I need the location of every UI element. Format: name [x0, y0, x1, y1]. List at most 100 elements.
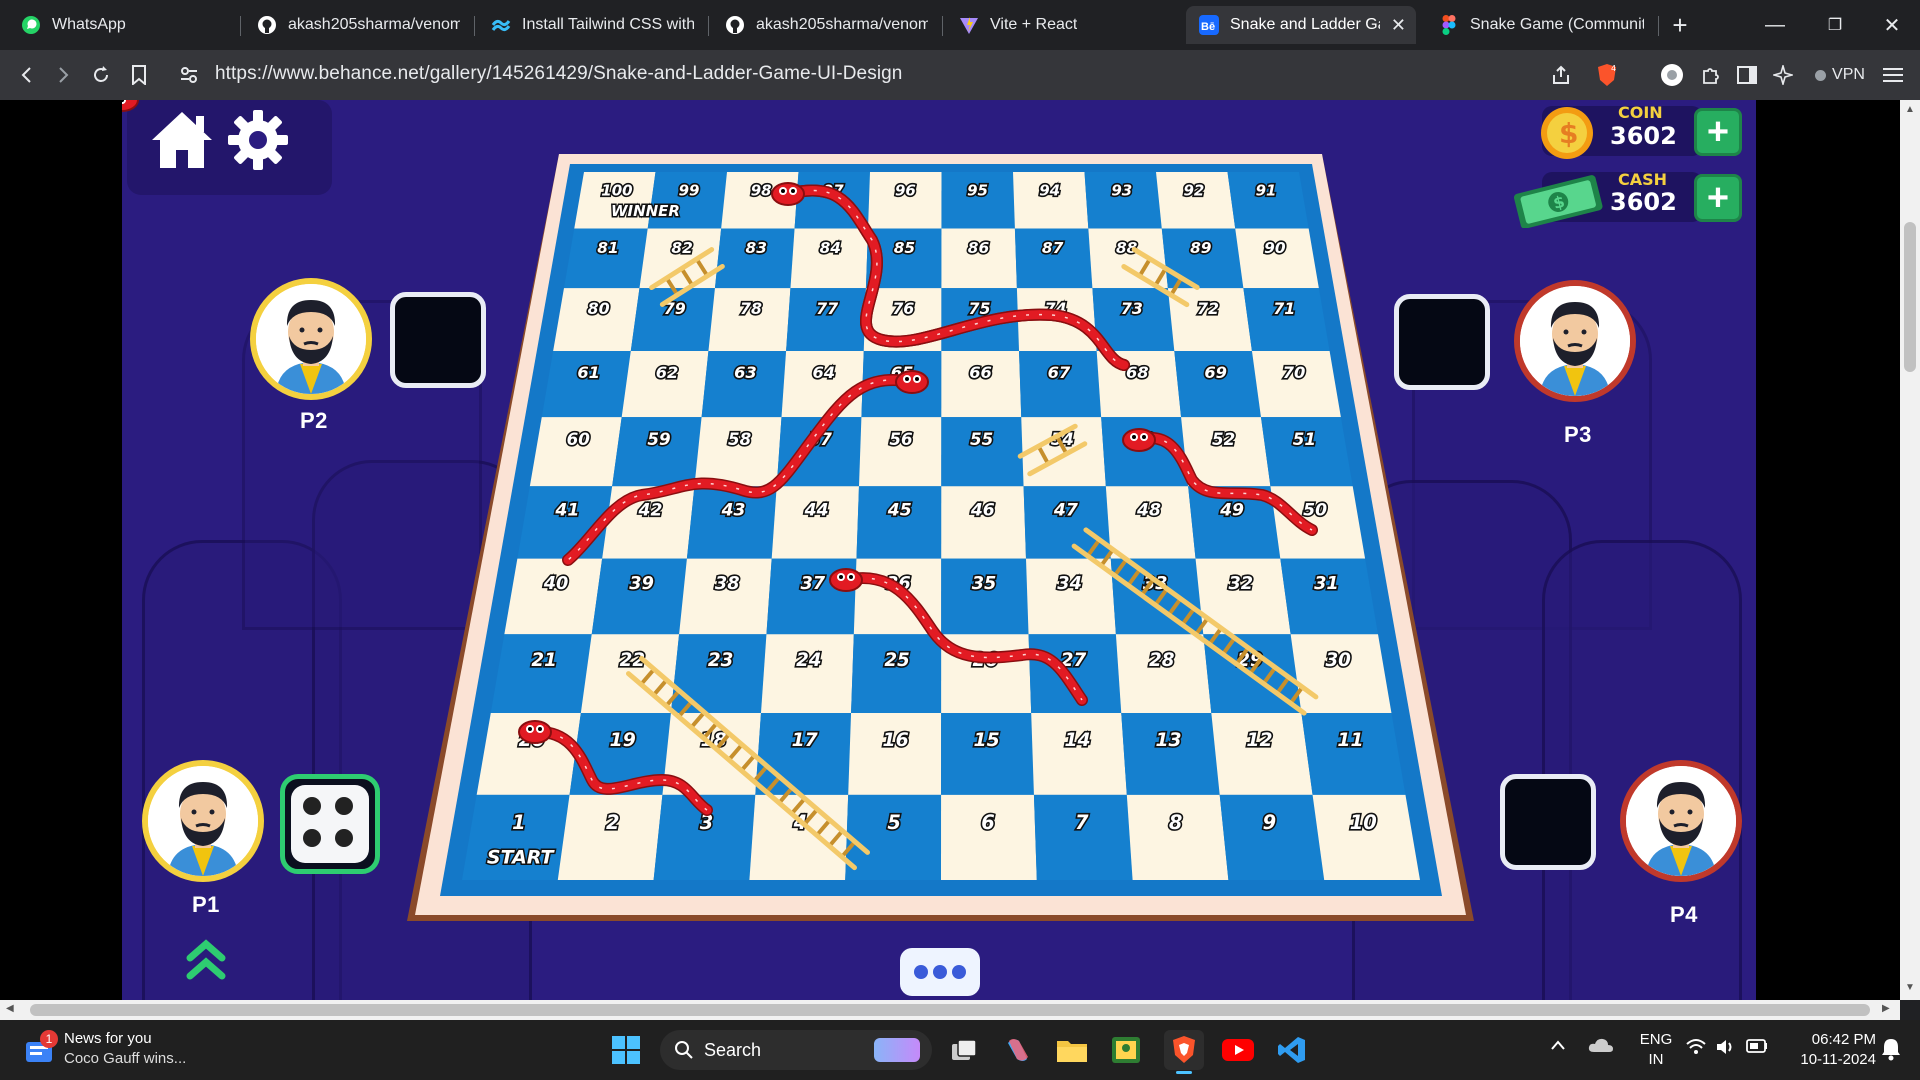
language-bottom[interactable]: IN [1638, 1051, 1674, 1068]
extension-icon[interactable] [1655, 58, 1689, 92]
tailwind-icon [490, 14, 512, 36]
restore-icon[interactable]: ❐ [1805, 0, 1865, 50]
tab-github-2[interactable]: akash205sharma/venomou [712, 6, 940, 44]
close-icon[interactable]: ✕ [1391, 15, 1406, 36]
volume-icon[interactable] [1716, 1038, 1736, 1061]
winner-label: WINNER [611, 202, 680, 220]
tab-whatsapp[interactable]: WhatsApp [8, 6, 238, 44]
board-cell-number: 17 [792, 730, 819, 751]
puzzle-icon[interactable] [1694, 58, 1728, 92]
chat-more-button[interactable] [900, 948, 980, 996]
menu-icon[interactable] [1876, 58, 1910, 92]
bookmark-icon[interactable] [122, 58, 156, 92]
clock-time[interactable]: 06:42 PM [1776, 1031, 1876, 1048]
news-subtitle[interactable]: Coco Gauff wins... [64, 1050, 186, 1067]
language-top[interactable]: ENG [1638, 1031, 1674, 1048]
add-cash-button[interactable]: + [1694, 174, 1742, 222]
horizontal-scrollbar[interactable]: ◀ ▶ [0, 1000, 1900, 1020]
dice-face[interactable] [291, 785, 369, 863]
board-cell [845, 794, 942, 880]
board-cell-number: 56 [889, 429, 913, 449]
copilot-icon[interactable] [998, 1030, 1038, 1070]
vpn-button[interactable]: VPN [1810, 58, 1870, 92]
sidebar-icon[interactable] [1730, 58, 1764, 92]
board-cell-number: 50 [1303, 500, 1327, 520]
board-cell [563, 228, 648, 289]
board-cell-number: 30 [1325, 650, 1351, 671]
home-icon[interactable] [150, 108, 214, 172]
file-explorer-icon[interactable] [1052, 1030, 1092, 1070]
tab-title: akash205sharma/venomou [288, 16, 460, 33]
board-cell [670, 634, 767, 713]
board-cell [1105, 486, 1196, 559]
new-tab-plus-icon[interactable]: + [1650, 0, 1710, 50]
clock-date[interactable]: 10-11-2024 [1776, 1051, 1876, 1068]
windows-start-icon[interactable] [606, 1030, 646, 1070]
reload-icon[interactable] [84, 58, 118, 92]
board-cell [1028, 634, 1122, 713]
board-cell-number: 46 [970, 500, 995, 520]
gallery-app-icon[interactable] [1106, 1030, 1146, 1070]
board-cell [1014, 228, 1093, 289]
horizontal-scroll-thumb[interactable] [30, 1004, 1870, 1016]
site-settings-icon[interactable] [172, 58, 206, 92]
wifi-icon[interactable] [1686, 1038, 1706, 1061]
scroll-left-icon[interactable]: ◀ [6, 1003, 14, 1014]
vertical-scrollbar[interactable]: ▲ ▼ [1900, 100, 1920, 1000]
leo-ai-icon[interactable] [1766, 58, 1800, 92]
close-window-icon[interactable]: ✕ [1862, 0, 1920, 50]
battery-icon[interactable] [1746, 1039, 1768, 1058]
brave-shield-icon[interactable]: 4 [1590, 58, 1624, 92]
share-icon[interactable] [1544, 58, 1578, 92]
board-cell-number: 34 [1057, 574, 1082, 594]
address-bar[interactable]: https://www.behance.net/gallery/14526142… [215, 63, 902, 85]
snake-65-40-pupil [905, 377, 909, 381]
board-cell [1031, 712, 1127, 795]
board-cell-number: 6 [981, 811, 995, 834]
news-title[interactable]: News for you [64, 1030, 152, 1047]
news-widget-icon[interactable]: 1 [20, 1030, 60, 1070]
tab-vite[interactable]: Vite + React [946, 6, 1174, 44]
dot-icon [952, 965, 966, 979]
tab-tailwind[interactable]: Install Tailwind CSS with Vi [478, 6, 706, 44]
task-view-icon[interactable] [944, 1030, 984, 1070]
board-cell-number: 13 [1155, 730, 1181, 751]
github-icon [724, 14, 746, 36]
youtube-icon[interactable] [1218, 1030, 1258, 1070]
board-cell-number: 52 [1212, 429, 1235, 449]
forward-icon[interactable] [46, 58, 80, 92]
scroll-down-icon[interactable]: ▼ [1905, 982, 1915, 993]
add-coin-button[interactable]: + [1694, 108, 1742, 156]
scroll-up-icon[interactable]: ▲ [1905, 104, 1915, 115]
tab-figma[interactable]: Snake Game (Community) [1426, 6, 1656, 44]
notification-icon[interactable] [1880, 1037, 1902, 1066]
chevron-up-icon[interactable] [186, 938, 226, 982]
browser-toolbar: https://www.behance.net/gallery/14526142… [0, 50, 1920, 100]
chevron-up-tray-icon[interactable] [1550, 1038, 1566, 1056]
board-cell [679, 558, 772, 635]
player-1-avatar[interactable] [142, 760, 264, 882]
board-cell [941, 794, 1037, 880]
board-cell-number: 47 [1053, 500, 1078, 520]
board-cell-number: 58 [728, 429, 751, 449]
snake-53-50-pupil [1142, 435, 1146, 439]
player-2-avatar[interactable] [250, 278, 372, 400]
avatar-icon [1520, 286, 1630, 396]
avatar-icon [148, 766, 258, 876]
settings-gear-icon[interactable] [226, 108, 290, 172]
onedrive-icon[interactable] [1588, 1036, 1614, 1061]
scroll-right-icon[interactable]: ▶ [1882, 1003, 1890, 1014]
player-3-avatar[interactable] [1514, 280, 1636, 402]
tab-github-1[interactable]: akash205sharma/venomou [244, 6, 472, 44]
player-4-avatar[interactable] [1620, 760, 1742, 882]
board-cell-number: 64 [812, 363, 835, 382]
minimize-icon[interactable]: — [1745, 0, 1805, 50]
board-cell-number: 41 [554, 500, 579, 520]
taskbar-search[interactable]: Search [660, 1030, 932, 1070]
vertical-scroll-thumb[interactable] [1904, 222, 1916, 372]
brave-taskbar-icon[interactable] [1164, 1030, 1204, 1074]
tab-snake-ladder[interactable]: Bē Snake and Ladder Gar ✕ [1186, 6, 1416, 44]
board-cell-number: 71 [1273, 299, 1295, 318]
back-icon[interactable] [10, 58, 44, 92]
vscode-icon[interactable] [1272, 1030, 1312, 1070]
